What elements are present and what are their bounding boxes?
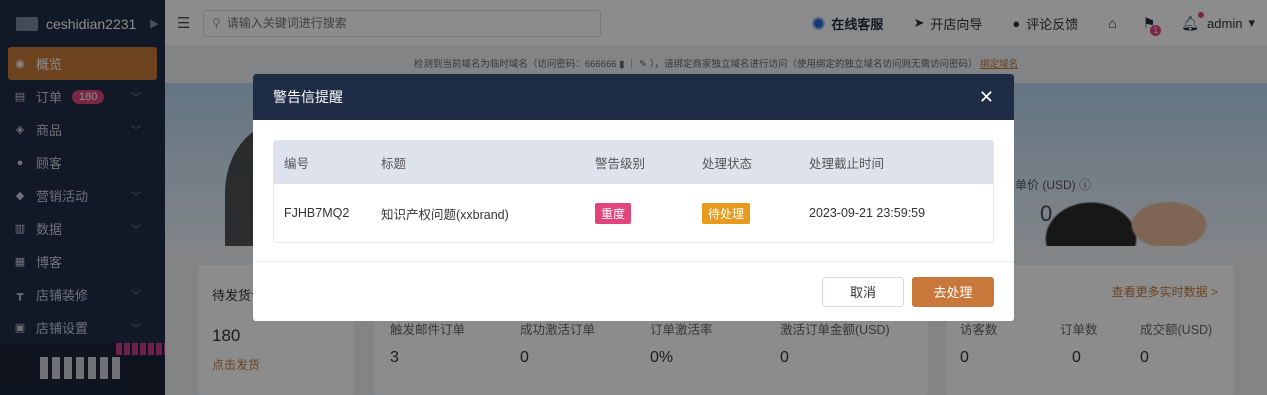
handle-button[interactable]: 去处理 (912, 276, 994, 307)
warning-title-cell: 知识产权问题(xxbrand) (381, 204, 595, 223)
modal-header: 警告信提醒 ✕ (253, 74, 1014, 120)
column-header: 警告级别 (595, 157, 646, 171)
status-tag-cell: 待处理 (702, 202, 809, 224)
cancel-button[interactable]: 取消 (822, 276, 904, 307)
status-tag: 待处理 (702, 202, 751, 224)
column-header: 处理截止时间 (809, 157, 885, 171)
deadline: 2023-09-21 23:59:59 (809, 206, 926, 220)
column-header: 标题 (381, 157, 407, 171)
warning-id-cell: FJHB7MQ2 (274, 206, 381, 220)
column-header: 编号 (284, 157, 310, 171)
warning-title: 知识产权问题(xxbrand) (381, 207, 509, 222)
column-header: 处理状态 (702, 157, 753, 171)
close-icon[interactable]: ✕ (979, 88, 994, 106)
warning-letter-modal: 警告信提醒 ✕ 编号 标题 警告级别 处理状态 处理截止时间 FJHB7MQ2 知识产权问… (253, 74, 1014, 321)
warning-level-tag: 重度 (595, 202, 632, 224)
warning-level-tag-cell: 重度 (595, 202, 702, 224)
warning-table: 编号 标题 警告级别 处理状态 处理截止时间 FJHB7MQ2 知识产权问题(xxbran… (273, 140, 994, 243)
table-row: FJHB7MQ2 知识产权问题(xxbrand) 重度 待处理 2023-09-21 2… (274, 184, 993, 242)
warning-id: FJHB7MQ2 (284, 206, 350, 220)
deadline-cell: 2023-09-21 23:59:59 (809, 206, 993, 220)
modal-footer: 取消 去处理 (253, 261, 1014, 321)
modal-title: 警告信提醒 (273, 89, 343, 105)
table-header: 编号 标题 警告级别 处理状态 处理截止时间 (274, 141, 993, 184)
